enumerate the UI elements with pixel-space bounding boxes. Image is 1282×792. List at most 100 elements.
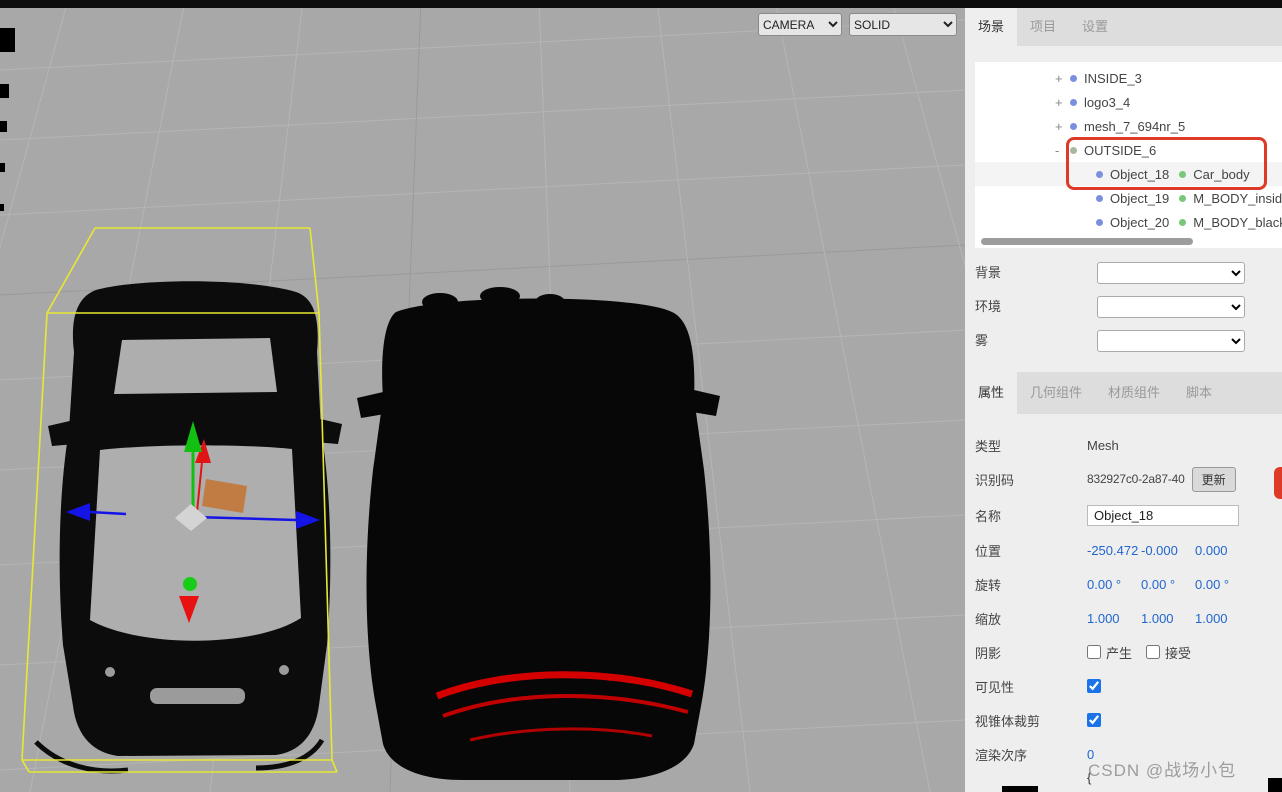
uuid-update-button[interactable]: 更新 [1191, 466, 1236, 492]
camera-mode-select[interactable]: CAMERA [758, 13, 842, 36]
object-icon [1070, 122, 1077, 130]
fog-select[interactable] [1097, 330, 1245, 352]
position-z-field[interactable]: 0.000 [1195, 543, 1249, 558]
shadow-cast-label: 产生 [1106, 645, 1133, 661]
rotation-label: 旋转 [975, 577, 1002, 593]
tab-material[interactable]: 材质组件 [1095, 372, 1173, 414]
expand-icon[interactable]: + [1055, 119, 1070, 134]
property-tabs: 属性 几何组件 材质组件 脚本 [965, 372, 1282, 414]
tab-project[interactable]: 项目 [1017, 8, 1069, 46]
car-model-right[interactable] [357, 287, 720, 780]
rotation-y-field[interactable]: 0.00 ° [1141, 577, 1195, 592]
outliner-row[interactable]: - OUTSIDE_6 [975, 138, 1282, 162]
scale-x-field[interactable]: 1.000 [1087, 611, 1141, 626]
sidebar: 场景 项目 设置 + INSIDE_3 + logo3_4 + mesh_7_6… [965, 0, 1282, 792]
position-label: 位置 [975, 543, 1002, 559]
tab-script[interactable]: 脚本 [1173, 372, 1225, 414]
collapse-icon[interactable]: - [1055, 143, 1070, 158]
roof-detail [480, 287, 520, 305]
position-y-field[interactable]: -0.000 [1141, 543, 1195, 558]
object-icon [1070, 98, 1077, 106]
bumper-detail [105, 667, 115, 677]
fog-row: 雾 [965, 327, 1282, 355]
shadow-receive-label: 接受 [1165, 645, 1192, 661]
visible-checkbox[interactable] [1087, 679, 1101, 693]
left-mirror [48, 420, 76, 446]
roof-detail [535, 294, 565, 310]
outliner-hscrollbar[interactable] [981, 238, 1193, 245]
visible-row: 可见性 [965, 673, 1282, 699]
screen-artifact [1268, 778, 1282, 792]
outliner-row[interactable]: + logo3_4 [975, 90, 1282, 114]
object-icon [1096, 218, 1103, 226]
watermark: CSDN @战场小包 [1088, 761, 1237, 780]
tab-object[interactable]: 属性 [965, 372, 1018, 414]
group-icon [1070, 146, 1077, 154]
roof-detail [422, 293, 458, 311]
shading-mode-select[interactable]: SOLID [849, 13, 957, 36]
shadow-receive-option[interactable]: 接受 [1146, 643, 1191, 662]
rotation-x-field[interactable]: 0.00 ° [1087, 577, 1141, 592]
shadow-row: 阴影 产生 接受 [965, 639, 1282, 665]
shadow-receive-checkbox[interactable] [1146, 645, 1161, 659]
screen-artifact [1002, 786, 1038, 792]
outliner-row[interactable]: Object_19 M_BODY_inside [975, 186, 1282, 210]
car-roof [114, 338, 277, 394]
scale-y-field[interactable]: 1.000 [1141, 611, 1195, 626]
renderorder-label: 渲染次序 [975, 747, 1028, 763]
name-input[interactable] [1087, 504, 1239, 526]
screen-artifact [0, 121, 7, 132]
frustumcull-checkbox[interactable] [1087, 713, 1101, 727]
expand-icon[interactable]: + [1055, 71, 1070, 86]
viewport-canvas[interactable] [0, 0, 965, 792]
object-name: INSIDE_3 [1084, 70, 1142, 86]
material-name: Car_body [1193, 166, 1250, 182]
outliner-row-selected[interactable]: Object_18 Car_body [975, 162, 1282, 186]
outliner-row[interactable]: + INSIDE_3 [975, 66, 1282, 90]
screen-artifact [0, 204, 4, 211]
type-value: Mesh [1087, 437, 1119, 453]
car-hood [90, 445, 301, 641]
tab-geometry[interactable]: 几何组件 [1017, 372, 1095, 414]
screen-artifact [0, 28, 15, 52]
environment-select[interactable] [1097, 296, 1245, 318]
bumper-detail [150, 688, 245, 704]
environment-label: 环境 [975, 299, 1002, 314]
object-name: logo3_4 [1084, 94, 1131, 110]
background-row: 背景 [965, 259, 1282, 287]
visible-label: 可见性 [975, 679, 1015, 695]
screen-artifact [0, 163, 5, 172]
environment-row: 环境 [965, 293, 1282, 321]
material-icon [1179, 218, 1187, 226]
scene-outliner[interactable]: + INSIDE_3 + logo3_4 + mesh_7_694nr_5 - … [975, 62, 1282, 248]
object-name: OUTSIDE_6 [1084, 142, 1157, 158]
name-label: 名称 [975, 508, 1002, 524]
frustumcull-label: 视锥体裁剪 [975, 713, 1041, 729]
pivot-sphere[interactable] [183, 577, 197, 591]
uuid-value: 832927c0-2a87-40 [1087, 472, 1185, 486]
background-select[interactable] [1097, 262, 1245, 284]
left-mirror [357, 392, 385, 418]
scale-label: 缩放 [975, 611, 1002, 627]
scale-z-field[interactable]: 1.000 [1195, 611, 1249, 626]
tab-scene[interactable]: 场景 [965, 8, 1018, 46]
background-label: 背景 [975, 265, 1002, 280]
material-icon [1179, 194, 1187, 202]
object-name: mesh_7_694nr_5 [1084, 118, 1186, 134]
outliner-row[interactable]: + mesh_7_694nr_5 [975, 114, 1282, 138]
expand-icon[interactable]: + [1055, 95, 1070, 110]
car-body[interactable] [366, 298, 711, 781]
object-name: Object_19 [1110, 190, 1170, 206]
position-x-field[interactable]: -250.472 [1087, 543, 1141, 558]
object-icon [1070, 74, 1077, 82]
bumper-detail [279, 665, 289, 675]
annotation-edge-mark [1274, 467, 1282, 499]
outliner-row[interactable]: Object_20 M_BODY_black [975, 210, 1282, 234]
shadow-cast-checkbox[interactable] [1087, 645, 1101, 659]
rotation-z-field[interactable]: 0.00 ° [1195, 577, 1249, 592]
rotation-row: 旋转 0.00 ° 0.00 ° 0.00 ° [965, 571, 1282, 597]
3d-viewport[interactable]: CAMERA SOLID [0, 0, 965, 792]
shadow-cast-option[interactable]: 产生 [1087, 643, 1132, 662]
tab-settings[interactable]: 设置 [1069, 8, 1121, 46]
right-mirror [692, 390, 720, 416]
